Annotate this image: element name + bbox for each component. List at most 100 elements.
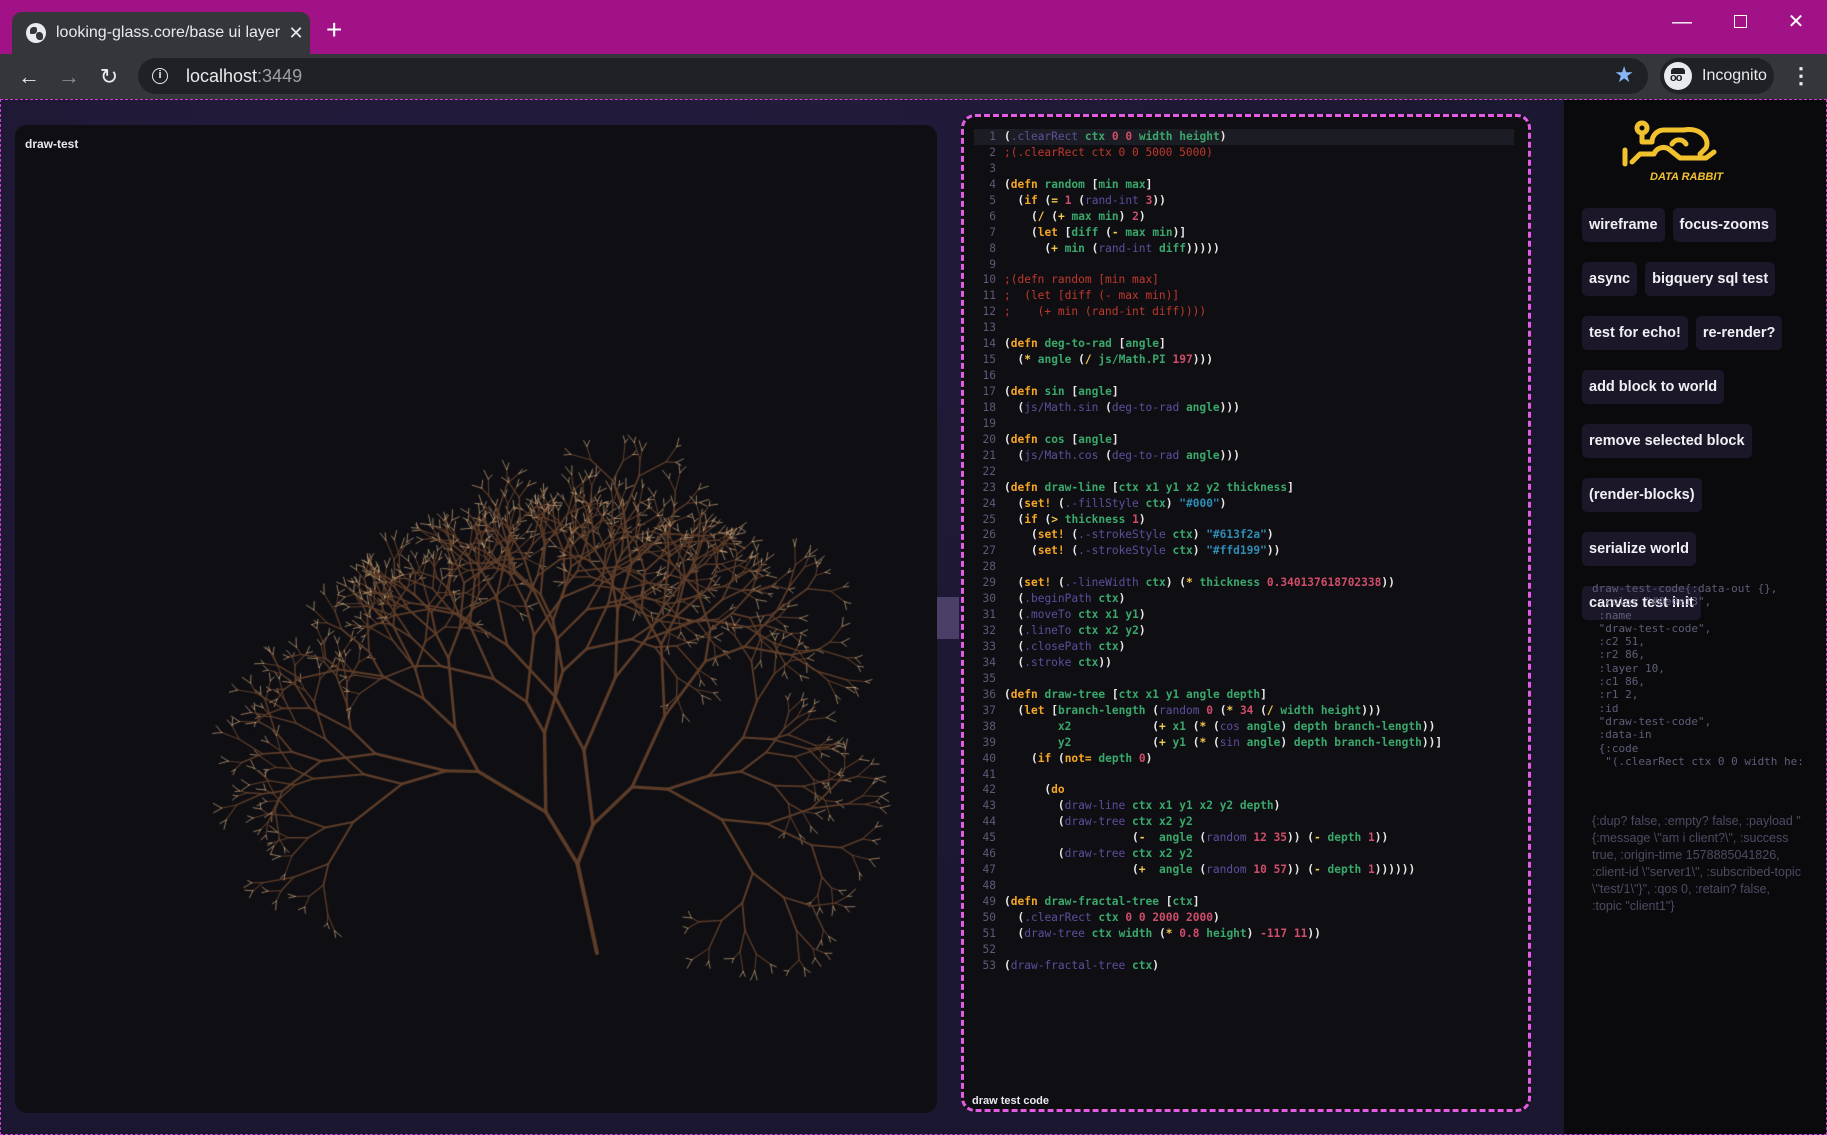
code-line[interactable]: 34 (.stroke ctx)) — [974, 655, 1514, 671]
resize-handle[interactable] — [937, 597, 959, 639]
code-line[interactable]: 41 — [974, 767, 1514, 783]
code-line[interactable]: 42 (do — [974, 782, 1514, 798]
sidebar-button-add-block-to-world[interactable]: add block to world — [1582, 370, 1725, 404]
code-line[interactable]: 40 (if (not= depth 0) — [974, 751, 1514, 767]
code-line[interactable]: 39 y2 (+ y1 (* (sin angle) depth branch-… — [974, 735, 1514, 751]
sidebar-button-re-render[interactable]: re-render? — [1695, 316, 1783, 350]
code-line[interactable]: 6 (/ (+ max min) 2) — [974, 209, 1514, 225]
code-line[interactable]: 46 (draw-tree ctx x2 y2 — [974, 846, 1514, 862]
code-line[interactable]: 2 ;(.clearRect ctx 0 0 5000 5000) — [974, 145, 1514, 161]
code-line[interactable]: 10 ;(defn random [min max] — [974, 272, 1514, 288]
line-number: 19 — [982, 416, 996, 430]
code-line[interactable]: 20 (defn cos [angle] — [974, 432, 1514, 448]
code-line[interactable]: 50 (.clearRect ctx 0 0 2000 2000) — [974, 910, 1514, 926]
code-line[interactable]: 1 (.clearRect ctx 0 0 width height) — [974, 129, 1514, 145]
line-number: 1 — [989, 130, 996, 143]
code-line[interactable]: 26 (set! (.-strokeStyle ctx) "#613f2a") — [974, 527, 1514, 543]
code-line[interactable]: 29 (set! (.-lineWidth ctx) (* thickness … — [974, 575, 1514, 591]
code-line[interactable]: 21 (js/Math.cos (deg-to-rad angle))) — [974, 448, 1514, 464]
code-line[interactable]: 43 (draw-line ctx x1 y1 x2 y2 depth) — [974, 798, 1514, 814]
code-line[interactable]: 12 ; (+ min (rand-int diff)))) — [974, 304, 1514, 320]
code-line[interactable]: 9 — [974, 257, 1514, 273]
line-number: 7 — [989, 225, 996, 239]
code-line[interactable]: 23 (defn draw-line [ctx x1 y1 x2 y2 thick… — [974, 480, 1514, 496]
code-line[interactable]: 30 (.beginPath ctx) — [974, 591, 1514, 607]
sidebar-button-wireframe[interactable]: wireframe — [1582, 208, 1665, 242]
code-line[interactable]: 15 (* angle (/ js/Math.PI 197))) — [974, 352, 1514, 368]
browser-menu-button[interactable]: ⋮ — [1790, 62, 1812, 90]
code-line[interactable]: 31 (.moveTo ctx x1 y1) — [974, 607, 1514, 623]
maximize-button[interactable] — [1720, 8, 1760, 36]
address-bar[interactable]: i localhost :3449 ★ — [138, 58, 1648, 94]
code-line[interactable]: 35 — [974, 671, 1514, 687]
code-line[interactable]: 16 — [974, 368, 1514, 384]
block-label: draw test code — [972, 1095, 1050, 1107]
bookmark-star-icon[interactable]: ★ — [1614, 62, 1634, 88]
code-line[interactable]: 47 (+ angle (random 10 57)) (- depth 1))… — [974, 862, 1514, 878]
code-line[interactable]: 27 (set! (.-strokeStyle ctx) "#ffd199")) — [974, 543, 1514, 559]
sidebar-button-serialize-world[interactable]: serialize world — [1582, 532, 1696, 566]
sidebar-button-remove-selected-block[interactable]: remove selected block — [1582, 424, 1752, 458]
line-number: 18 — [982, 400, 996, 414]
code-text: (draw-tree ctx width (* 0.8 height) -117… — [1017, 926, 1321, 940]
code-text: (let [branch-length (random 0 (* 34 (/ w… — [1017, 703, 1382, 717]
code-line[interactable]: 17 (defn sin [angle] — [974, 384, 1514, 400]
tab-close-button[interactable]: ✕ — [282, 23, 310, 44]
line-number: 8 — [989, 241, 996, 255]
window-close-button[interactable]: ✕ — [1776, 8, 1816, 36]
code-line[interactable]: 32 (.lineTo ctx x2 y2) — [974, 623, 1514, 639]
incognito-profile-button[interactable]: Incognito — [1660, 58, 1774, 94]
code-line[interactable]: 8 (+ min (rand-int diff))))) — [974, 241, 1514, 257]
browser-tab[interactable]: looking-glass.core/base ui layer ✕ — [12, 12, 310, 54]
code-line[interactable]: 53 (draw-fractal-tree ctx) — [974, 958, 1514, 974]
code-line[interactable]: 19 — [974, 416, 1514, 432]
code-line[interactable]: 28 — [974, 559, 1514, 575]
line-number: 52 — [982, 942, 996, 956]
sidebar-button-test-for-echo[interactable]: test for echo! — [1582, 316, 1688, 350]
code-text: (defn draw-line [ctx x1 y1 x2 y2 thickne… — [1004, 480, 1294, 494]
code-line[interactable]: 36 (defn draw-tree [ctx x1 y1 angle depth… — [974, 687, 1514, 703]
code-line[interactable]: 45 (- angle (random 12 35)) (- depth 1)) — [974, 830, 1514, 846]
sidebar-button-render-blocks[interactable]: (render-blocks) — [1582, 478, 1702, 512]
forward-button[interactable]: → — [54, 62, 84, 92]
code-line[interactable]: 11 ; (let [diff (- max min)] — [974, 288, 1514, 304]
back-button[interactable]: ← — [14, 62, 44, 92]
sidebar-button-bigquery-sql-test[interactable]: bigquery sql test — [1645, 262, 1776, 296]
code-line[interactable]: 18 (js/Math.sin (deg-to-rad angle))) — [974, 400, 1514, 416]
code-line[interactable]: 52 — [974, 942, 1514, 958]
line-number: 11 — [982, 289, 996, 303]
reload-button[interactable]: ↻ — [94, 62, 124, 92]
code-line[interactable]: 24 (set! (.-fillStyle ctx) "#000") — [974, 496, 1514, 512]
site-info-icon[interactable]: i — [152, 68, 168, 84]
line-number: 33 — [982, 640, 996, 653]
code-line[interactable]: 4 (defn random [min max] — [974, 177, 1514, 193]
code-line[interactable]: 22 — [974, 464, 1514, 480]
sidebar-button-focus-zooms[interactable]: focus-zooms — [1672, 208, 1776, 242]
line-number: 37 — [982, 703, 996, 717]
code-line[interactable]: 38 x2 (+ x1 (* (cos angle) depth branch-… — [974, 719, 1514, 735]
minimize-button[interactable]: — — [1662, 8, 1702, 36]
line-number: 48 — [982, 879, 996, 893]
code-line[interactable]: 13 — [974, 320, 1514, 336]
code-line[interactable]: 7 (let [diff (- max min)] — [974, 225, 1514, 241]
code-text: ; (+ min (rand-int diff)))) — [1004, 305, 1207, 319]
code-line[interactable]: 25 (if (> thickness 1) — [974, 512, 1514, 528]
code-text: (.lineTo ctx x2 y2) — [1017, 624, 1146, 638]
new-tab-button[interactable]: + — [326, 16, 342, 44]
fractal-tree-canvas[interactable] — [15, 125, 937, 1113]
code-text: (.closePath ctx) — [1017, 640, 1126, 653]
code-line[interactable]: 3 — [974, 161, 1514, 177]
code-editor[interactable]: 1 (.clearRect ctx 0 0 width height) 2 ;(.cl… — [974, 129, 1514, 974]
code-line[interactable]: 48 — [974, 878, 1514, 894]
code-line[interactable]: 5 (if (= 1 (rand-int 3)) — [974, 193, 1514, 209]
sidebar-button-async[interactable]: async — [1582, 262, 1638, 296]
code-line[interactable]: 49 (defn draw-fractal-tree [ctx] — [974, 894, 1514, 910]
code-line[interactable]: 37 (let [branch-length (random 0 (* 34 (… — [974, 703, 1514, 719]
code-line[interactable]: 14 (defn deg-to-rad [angle] — [974, 336, 1514, 352]
draw-test-block[interactable]: draw-test — [15, 125, 937, 1113]
code-line[interactable]: 51 (draw-tree ctx width (* 0.8 height) -… — [974, 926, 1514, 942]
code-text: (set! (.-strokeStyle ctx) "#613f2a") — [1030, 528, 1274, 542]
code-line[interactable]: 44 (draw-tree ctx x2 y2 — [974, 814, 1514, 830]
code-line[interactable]: 33 (.closePath ctx) — [974, 639, 1514, 655]
draw-test-code-block[interactable]: 1 (.clearRect ctx 0 0 width height) 2 ;(.cl… — [961, 114, 1531, 1112]
